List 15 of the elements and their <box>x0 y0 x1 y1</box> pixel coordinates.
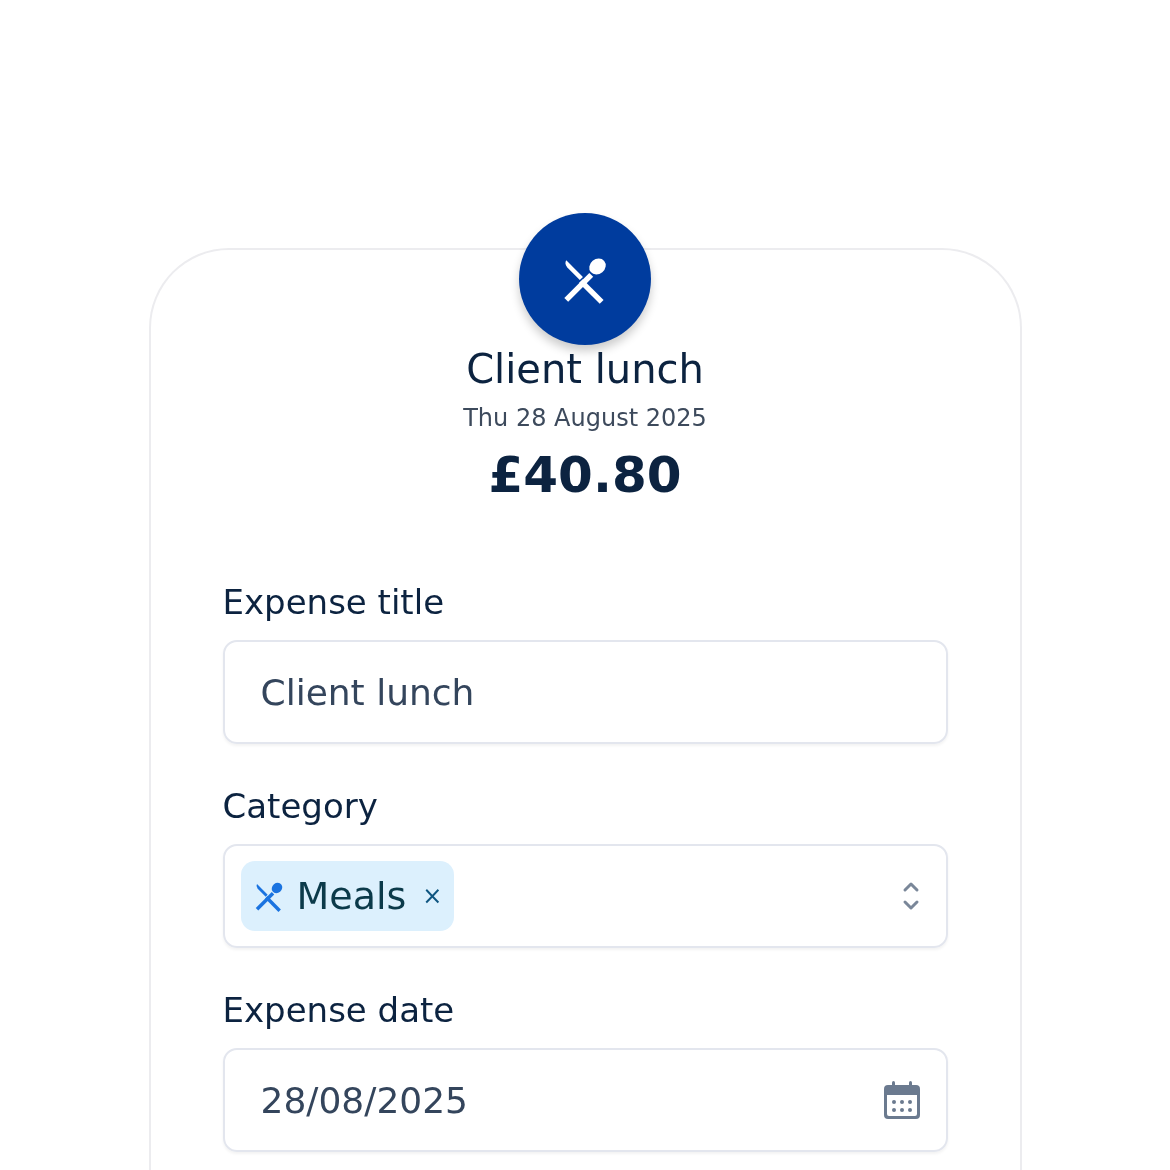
chevron-up-down-icon[interactable] <box>901 881 920 911</box>
date-field[interactable]: 28/08/2025 <box>222 1048 948 1152</box>
field-label: Expense title <box>222 582 445 622</box>
tag-label: Meals <box>296 874 407 918</box>
remove-tag-button[interactable]: × <box>418 882 443 910</box>
field-value: Client lunch <box>260 671 476 713</box>
expense-title: Client lunch <box>465 346 705 392</box>
expense-date: Thu 28 August 2025 <box>462 404 708 432</box>
text-field[interactable]: Client lunch <box>222 640 948 744</box>
category-select[interactable]: Meals × <box>222 844 948 948</box>
field-value: 28/08/2025 <box>260 1079 469 1121</box>
field-label: Category <box>222 786 378 826</box>
expense-amount: £40.80 <box>487 446 683 504</box>
field-label: Expense date <box>222 990 455 1030</box>
calendar-icon[interactable] <box>883 1081 920 1119</box>
